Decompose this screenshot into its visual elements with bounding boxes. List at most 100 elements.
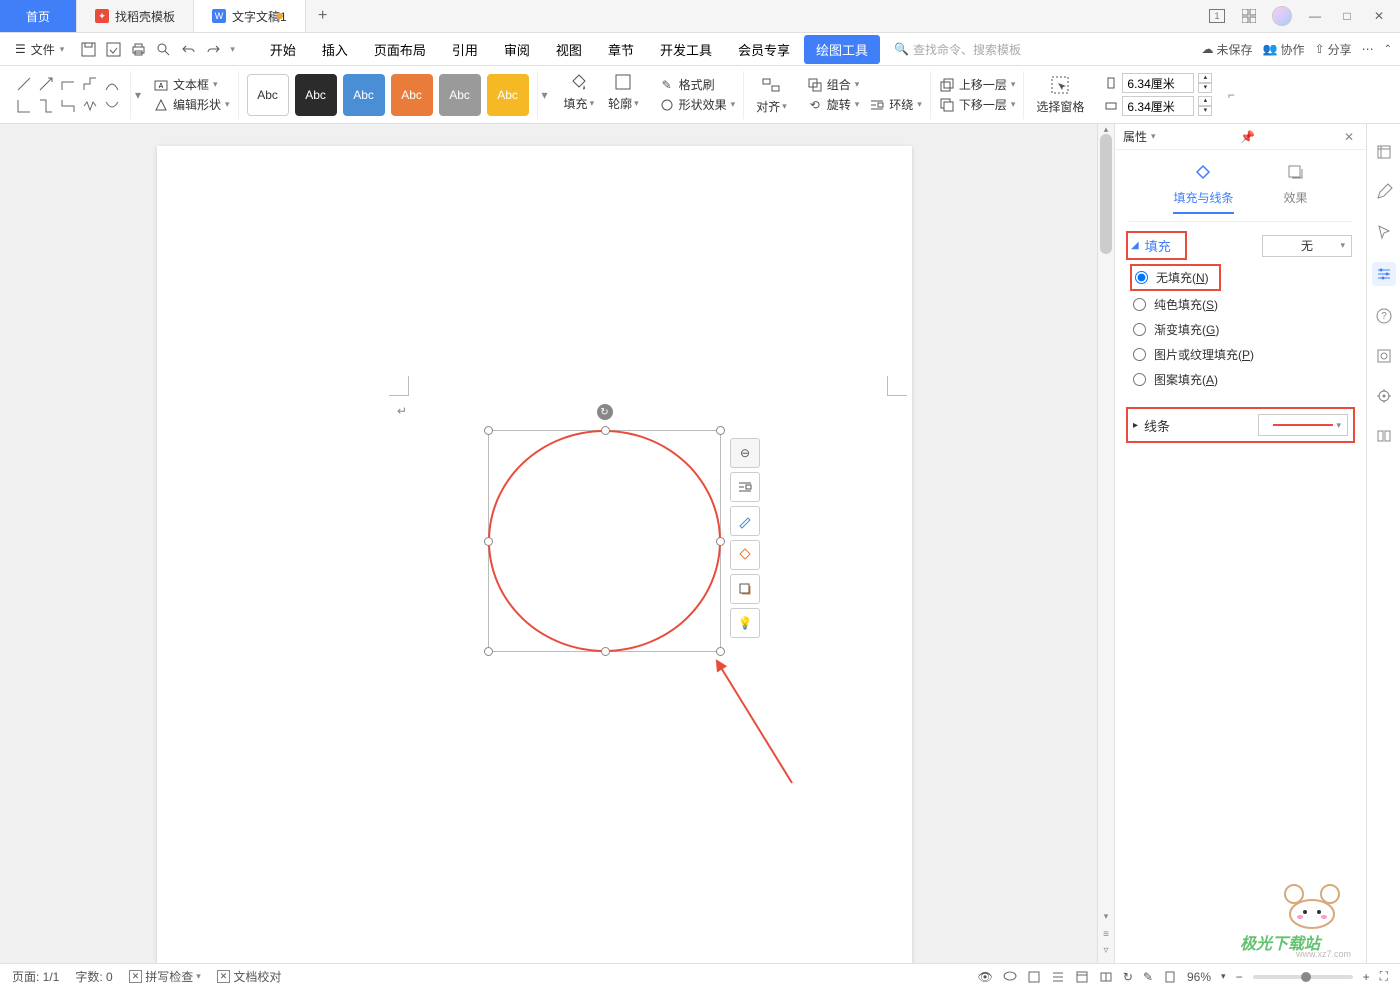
mtab-start[interactable]: 开始 (258, 35, 308, 64)
textbox-button[interactable]: A 文本框 ▾ (153, 76, 230, 93)
group-button[interactable]: 组合 ▾ (807, 76, 922, 93)
radio-no-fill-input[interactable] (1135, 271, 1148, 284)
collapse-ribbon-icon[interactable]: ⌃ (1384, 44, 1392, 55)
radio-picture-fill[interactable]: 图片或纹理填充(P) (1133, 346, 1352, 363)
float-zoom-out[interactable]: ⊖ (730, 438, 760, 468)
tab-document[interactable]: W 文字文稿1 (194, 0, 306, 32)
side-select-icon[interactable] (1374, 222, 1394, 242)
handle-w[interactable] (484, 537, 493, 546)
page-prev[interactable]: ≡ (1098, 929, 1114, 945)
width-down[interactable]: ▾ (1198, 106, 1212, 116)
ptab-fill-line[interactable]: 填充与线条 (1173, 162, 1233, 214)
shape-more[interactable]: ▾ (131, 88, 145, 102)
selected-circle-shape[interactable]: ↻ (488, 430, 721, 652)
shape-elbow2-icon[interactable] (80, 74, 100, 94)
style-3[interactable]: Abc (343, 74, 385, 116)
redo-icon[interactable] (202, 38, 224, 60)
style-1[interactable]: Abc (247, 74, 289, 116)
float-fill[interactable] (730, 540, 760, 570)
view-page-icon[interactable] (1027, 970, 1041, 984)
undo-icon[interactable] (177, 38, 199, 60)
side-location-icon[interactable] (1374, 386, 1394, 406)
shape-curve-icon[interactable] (102, 74, 122, 94)
panel-dropdown-icon[interactable]: ▾ (1151, 131, 1156, 142)
unsaved-button[interactable]: ☁ 未保存 (1202, 41, 1253, 58)
rotate-view-icon[interactable]: ↻ (1123, 970, 1133, 984)
collab-button[interactable]: 👥 协作 (1263, 41, 1305, 58)
float-shadow[interactable] (730, 574, 760, 604)
radio-no-fill[interactable]: 无填充(N) (1130, 264, 1221, 291)
send-backward-button[interactable]: 下移一层 ▾ (939, 96, 1016, 113)
rotate-button[interactable]: ⟲ 旋转 ▾ (807, 96, 860, 113)
page-next[interactable]: ▿ (1098, 945, 1114, 961)
canvas[interactable]: ↵ ↻ ⊖ 💡 (0, 124, 1097, 963)
print-icon[interactable] (127, 38, 149, 60)
minimize-icon[interactable]: — (1306, 7, 1324, 25)
outline-button[interactable]: 轮廓▾ (604, 71, 643, 119)
width-up[interactable]: ▴ (1198, 96, 1212, 106)
mtab-reference[interactable]: 引用 (440, 35, 490, 64)
edit-mode-icon[interactable]: ✎ (1143, 970, 1153, 984)
mtab-pagelayout[interactable]: 页面布局 (362, 35, 438, 64)
radio-solid-fill[interactable]: 纯色填充(S) (1133, 296, 1352, 313)
rotate-handle[interactable]: ↻ (597, 404, 613, 420)
zoom-value[interactable]: 96% (1187, 970, 1211, 984)
command-search[interactable]: 🔍 查找命令、搜索模板 (894, 41, 1021, 58)
handle-ne[interactable] (716, 426, 725, 435)
line-preview-select[interactable] (1258, 414, 1348, 436)
select-pane-button[interactable]: 选择窗格 (1032, 74, 1088, 115)
pin-icon[interactable]: 📌 (1236, 130, 1259, 144)
zoom-out[interactable]: − (1236, 970, 1243, 984)
width-input[interactable] (1122, 96, 1194, 116)
section-fill-header[interactable]: ◢ 填充 无 (1129, 230, 1352, 261)
view-web-icon[interactable] (1075, 970, 1089, 984)
chevron-down-icon[interactable]: ▾ (227, 44, 238, 55)
height-up[interactable]: ▴ (1198, 73, 1212, 83)
style-2[interactable]: Abc (295, 74, 337, 116)
avatar[interactable] (1272, 6, 1292, 26)
close-icon[interactable]: ✕ (1370, 7, 1388, 25)
shape-effect-button[interactable]: 形状效果 ▾ (659, 96, 736, 113)
scroll-down[interactable]: ▾ (1098, 911, 1114, 927)
height-input[interactable] (1122, 73, 1194, 93)
handle-se[interactable] (716, 647, 725, 656)
float-idea[interactable]: 💡 (730, 608, 760, 638)
fullscreen-icon[interactable]: ⛶ (1380, 969, 1388, 984)
style-4[interactable]: Abc (391, 74, 433, 116)
style-more[interactable]: ▾ (538, 88, 552, 102)
mode-icon[interactable]: 1 (1208, 7, 1226, 25)
ptab-effect[interactable]: 效果 (1284, 162, 1308, 213)
radio-gradient-input[interactable] (1133, 323, 1146, 336)
mtab-section[interactable]: 章节 (596, 35, 646, 64)
status-eye-icon[interactable]: 👁 (978, 970, 993, 984)
section-line-header[interactable]: ▸ 线条 (1126, 407, 1355, 443)
status-comments-icon[interactable] (1003, 970, 1017, 984)
shape-connector2-icon[interactable] (36, 96, 56, 116)
handle-n[interactable] (601, 426, 610, 435)
status-proofread[interactable]: ✕ 文档校对 (217, 968, 282, 985)
shape-arrow-icon[interactable] (36, 74, 56, 94)
radio-pattern-fill[interactable]: 图案填充(A) (1133, 371, 1352, 388)
float-color[interactable] (730, 506, 760, 536)
height-down[interactable]: ▾ (1198, 83, 1212, 93)
side-tools-icon[interactable] (1374, 346, 1394, 366)
more-icon[interactable]: ⋯ (1362, 42, 1374, 56)
style-5[interactable]: Abc (439, 74, 481, 116)
zoom-in[interactable]: + (1363, 970, 1370, 984)
maximize-icon[interactable]: □ (1338, 7, 1356, 25)
shape-zigzag-icon[interactable] (80, 96, 100, 116)
fill-button[interactable]: 填充▾ (560, 71, 599, 119)
tab-add[interactable]: + (306, 0, 340, 32)
preview-icon[interactable] (152, 38, 174, 60)
style-6[interactable]: Abc (487, 74, 529, 116)
handle-sw[interactable] (484, 647, 493, 656)
bring-forward-button[interactable]: 上移一层 ▾ (939, 76, 1016, 93)
save-icon[interactable] (77, 38, 99, 60)
mtab-member[interactable]: 会员专享 (726, 35, 802, 64)
panel-close-icon[interactable]: ✕ (1340, 130, 1358, 144)
side-book-icon[interactable] (1374, 426, 1394, 446)
shape-connector1-icon[interactable] (14, 96, 34, 116)
zoom-thumb[interactable] (1301, 972, 1311, 982)
mtab-drawtools[interactable]: 绘图工具 (804, 35, 880, 64)
handle-nw[interactable] (484, 426, 493, 435)
